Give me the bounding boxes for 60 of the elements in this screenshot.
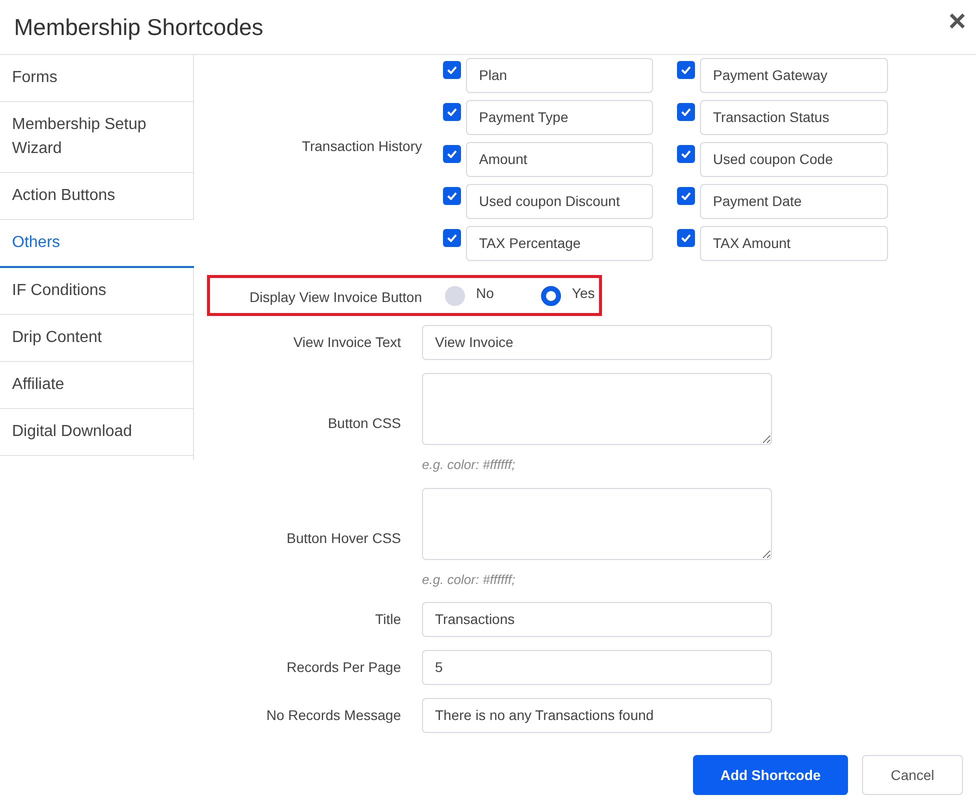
sidebar-tab[interactable]: IF Conditions xyxy=(0,268,194,315)
sidebar-tab[interactable]: Digital Download xyxy=(0,409,194,456)
cancel-button[interactable]: Cancel xyxy=(862,755,963,795)
sidebar-tab[interactable]: Affiliate xyxy=(0,362,194,409)
dialog-title: Membership Shortcodes xyxy=(14,12,264,42)
text-field[interactable]: Transactions xyxy=(422,602,772,637)
column-name-field[interactable]: Used coupon Code xyxy=(700,142,888,177)
hint-text: e.g. color: #ffffff; xyxy=(422,456,516,474)
column-name-field[interactable]: TAX Amount xyxy=(700,226,888,261)
column-name-field[interactable]: Used coupon Discount xyxy=(466,184,653,219)
checkbox[interactable] xyxy=(677,103,695,121)
checkmark-icon xyxy=(681,150,691,158)
field-label: Button CSS xyxy=(326,414,402,434)
field-label: Display View Invoice Button xyxy=(248,288,422,307)
checkmark-icon xyxy=(681,192,691,200)
checkbox[interactable] xyxy=(677,187,695,205)
checkbox[interactable] xyxy=(443,61,461,79)
close-button[interactable]: × xyxy=(944,7,970,37)
field-label: Transaction History xyxy=(300,137,423,156)
field-label: No Records Message xyxy=(265,706,402,725)
radio-label[interactable]: Yes xyxy=(572,283,595,304)
checkmark-icon xyxy=(681,66,691,74)
column-name-field[interactable]: Payment Type xyxy=(466,100,653,135)
checkmark-icon xyxy=(447,192,457,200)
checkbox[interactable] xyxy=(443,187,461,205)
sidebar-tab[interactable]: Action Buttons xyxy=(0,173,194,220)
checkbox[interactable] xyxy=(677,61,695,79)
checkbox[interactable] xyxy=(677,145,695,163)
field-label: View Invoice Text xyxy=(292,333,402,352)
text-field[interactable]: 5 xyxy=(422,650,772,685)
column-name-field[interactable]: TAX Percentage xyxy=(466,226,653,261)
checkbox[interactable] xyxy=(677,229,695,247)
text-field[interactable]: There is no any Transactions found xyxy=(422,698,772,733)
column-name-field[interactable]: Amount xyxy=(466,142,653,177)
column-name-field[interactable]: Payment Gateway xyxy=(700,58,888,93)
radio-button[interactable] xyxy=(540,286,561,306)
field-label: Button Hover CSS xyxy=(286,528,402,548)
radio-button[interactable] xyxy=(445,286,465,306)
field-label: Title xyxy=(374,610,402,629)
text-field[interactable]: View Invoice xyxy=(422,325,772,360)
sidebar-tab[interactable]: Drip Content xyxy=(0,315,194,362)
hint-text: e.g. color: #ffffff; xyxy=(422,570,516,589)
sidebar-tab[interactable]: Others xyxy=(0,220,194,268)
checkmark-icon xyxy=(447,66,457,74)
checkbox[interactable] xyxy=(443,229,461,247)
sidebar-tab[interactable]: Forms xyxy=(0,55,194,102)
field-label: Records Per Page xyxy=(286,658,402,677)
checkmark-icon xyxy=(447,150,457,158)
column-name-field[interactable]: Plan xyxy=(466,58,653,93)
checkmark-icon xyxy=(681,108,691,116)
checkmark-icon xyxy=(681,234,691,242)
checkbox[interactable] xyxy=(443,145,461,163)
column-name-field[interactable]: Transaction Status xyxy=(700,100,888,135)
checkmark-icon xyxy=(447,234,457,242)
checkmark-icon xyxy=(447,108,457,116)
column-name-field[interactable]: Payment Date xyxy=(700,184,888,219)
checkbox[interactable] xyxy=(443,103,461,121)
sidebar-tab[interactable]: Membership Setup Wizard xyxy=(0,102,194,173)
add-shortcode-button[interactable]: Add Shortcode xyxy=(693,755,848,795)
radio-label[interactable]: No xyxy=(476,283,494,304)
